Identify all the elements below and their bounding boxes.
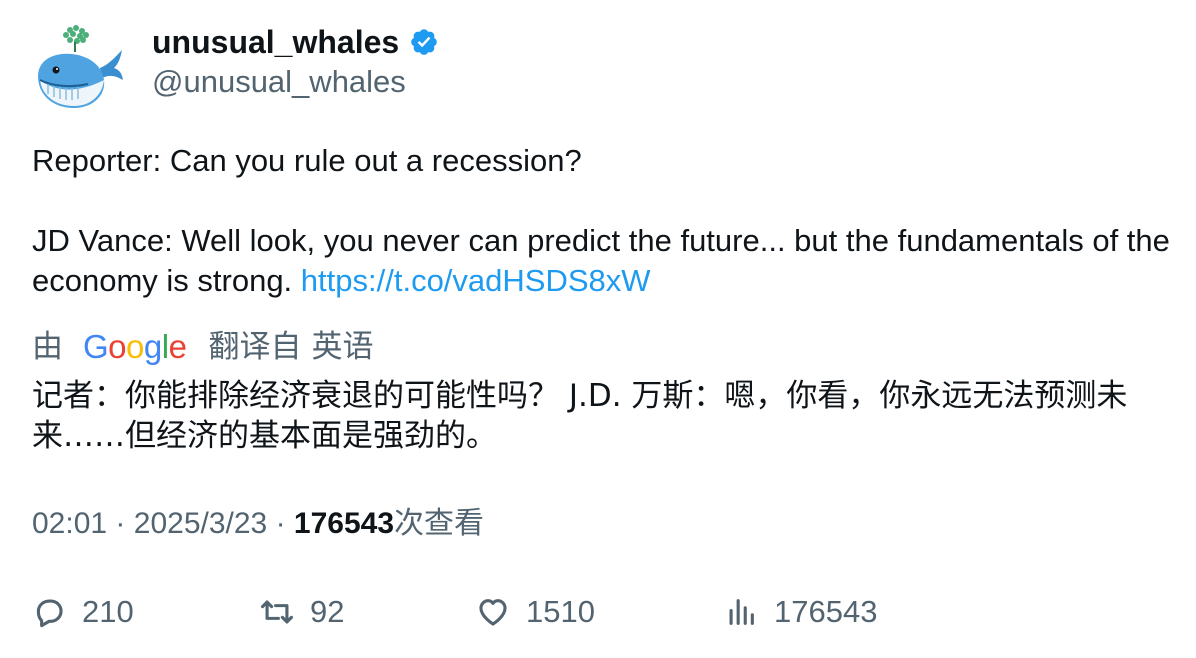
reply-icon	[36, 599, 63, 628]
tweet-text: Reporter: Can you rule out a recession? …	[32, 141, 1172, 301]
verified-badge-icon	[411, 29, 437, 55]
user-handle[interactable]: @unusual_whales	[152, 62, 406, 102]
views-count: 176543	[293, 507, 395, 540]
whale-icon	[38, 25, 123, 108]
reply-count: 210	[82, 594, 134, 629]
meta-separator: ·	[275, 507, 286, 540]
translated-from-label: 翻译自	[208, 329, 302, 364]
views-action-count: 176543	[774, 594, 878, 629]
translation-attribution[interactable]: 由 Google 翻译自 英语	[32, 326, 373, 368]
google-logo: Google	[83, 328, 187, 365]
retweet-button[interactable]: 92	[260, 590, 344, 634]
action-bar: 210 92 1510 176543	[32, 590, 1172, 634]
display-name-text[interactable]: unusual_whales	[152, 22, 399, 62]
display-name[interactable]: unusual_whales	[152, 22, 439, 62]
like-button[interactable]: 1510	[476, 590, 595, 634]
meta-separator: ·	[115, 507, 126, 540]
reply-button[interactable]: 210	[32, 590, 134, 634]
heart-icon	[479, 599, 507, 626]
views-button[interactable]: 176543	[724, 590, 877, 634]
tweet-date[interactable]: 2025/3/23	[134, 507, 267, 540]
tweet-link[interactable]: https://t.co/vadHSDS8xW	[301, 263, 651, 298]
avatar[interactable]	[30, 24, 126, 114]
analytics-icon	[729, 599, 754, 625]
like-count: 1510	[526, 594, 595, 629]
retweet-icon	[260, 600, 294, 624]
tweet-meta: 02:01 · 2025/3/23 · 176543次查看	[32, 504, 484, 544]
tweet-line-reporter: Reporter: Can you rule out a recession?	[32, 143, 582, 178]
translated-by-label: 由	[32, 329, 63, 364]
retweet-count: 92	[310, 594, 345, 629]
tweet-time[interactable]: 02:01	[32, 507, 107, 540]
source-language: 英语	[311, 329, 374, 364]
tweet-line-vance: JD Vance: Well look, you never can predi…	[32, 221, 1172, 301]
translated-text: 记者：你能排除经济衰退的可能性吗？ J.D. 万斯：嗯，你看，你永远无法预测未来…	[32, 378, 1128, 454]
views-label: 次查看	[394, 507, 485, 540]
